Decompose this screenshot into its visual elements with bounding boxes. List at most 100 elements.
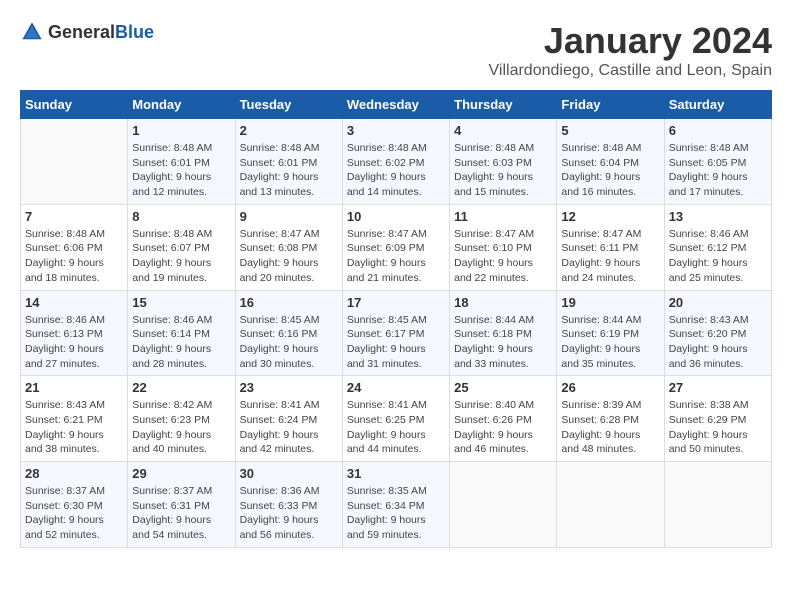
day-cell-24: 24 Sunrise: 8:41 AMSunset: 6:25 PMDayligh… bbox=[342, 376, 449, 462]
day-info: Sunrise: 8:41 AMSunset: 6:24 PMDaylight:… bbox=[240, 398, 338, 457]
week-row-3: 14 Sunrise: 8:46 AMSunset: 6:13 PMDayligh… bbox=[21, 290, 772, 376]
day-number: 19 bbox=[561, 295, 659, 310]
day-number: 11 bbox=[454, 209, 552, 224]
day-number: 22 bbox=[132, 380, 230, 395]
day-info: Sunrise: 8:48 AMSunset: 6:01 PMDaylight:… bbox=[132, 141, 230, 200]
day-number: 1 bbox=[132, 123, 230, 138]
day-number: 23 bbox=[240, 380, 338, 395]
day-info: Sunrise: 8:46 AMSunset: 6:13 PMDaylight:… bbox=[25, 313, 123, 372]
day-number: 24 bbox=[347, 380, 445, 395]
day-cell-14: 14 Sunrise: 8:46 AMSunset: 6:13 PMDayligh… bbox=[21, 290, 128, 376]
day-info: Sunrise: 8:41 AMSunset: 6:25 PMDaylight:… bbox=[347, 398, 445, 457]
logo-text-blue: Blue bbox=[115, 22, 154, 42]
empty-cell bbox=[21, 119, 128, 205]
day-info: Sunrise: 8:38 AMSunset: 6:29 PMDaylight:… bbox=[669, 398, 767, 457]
day-info: Sunrise: 8:48 AMSunset: 6:01 PMDaylight:… bbox=[240, 141, 338, 200]
day-cell-13: 13 Sunrise: 8:46 AMSunset: 6:12 PMDayligh… bbox=[664, 204, 771, 290]
day-cell-18: 18 Sunrise: 8:44 AMSunset: 6:18 PMDayligh… bbox=[450, 290, 557, 376]
day-cell-20: 20Sunrise: 8:43 AMSunset: 6:20 PMDayligh… bbox=[664, 290, 771, 376]
day-number: 3 bbox=[347, 123, 445, 138]
day-cell-12: 12 Sunrise: 8:47 AMSunset: 6:11 PMDayligh… bbox=[557, 204, 664, 290]
day-info: Sunrise: 8:47 AMSunset: 6:09 PMDaylight:… bbox=[347, 227, 445, 286]
day-info: Sunrise: 8:35 AMSunset: 6:34 PMDaylight:… bbox=[347, 484, 445, 543]
weekday-header-tuesday: Tuesday bbox=[235, 91, 342, 119]
day-cell-8: 8 Sunrise: 8:48 AMSunset: 6:07 PMDaylight… bbox=[128, 204, 235, 290]
day-info: Sunrise: 8:40 AMSunset: 6:26 PMDaylight:… bbox=[454, 398, 552, 457]
weekday-header-monday: Monday bbox=[128, 91, 235, 119]
day-cell-31: 31 Sunrise: 8:35 AMSunset: 6:34 PMDayligh… bbox=[342, 462, 449, 548]
day-info: Sunrise: 8:48 AMSunset: 6:06 PMDaylight:… bbox=[25, 227, 123, 286]
week-row-2: 7Sunrise: 8:48 AMSunset: 6:06 PMDaylight… bbox=[21, 204, 772, 290]
day-number: 16 bbox=[240, 295, 338, 310]
logo-icon bbox=[20, 20, 44, 44]
day-info: Sunrise: 8:48 AMSunset: 6:05 PMDaylight:… bbox=[669, 141, 767, 200]
day-info: Sunrise: 8:48 AMSunset: 6:03 PMDaylight:… bbox=[454, 141, 552, 200]
day-number: 12 bbox=[561, 209, 659, 224]
day-info: Sunrise: 8:45 AMSunset: 6:17 PMDaylight:… bbox=[347, 313, 445, 372]
day-number: 13 bbox=[669, 209, 767, 224]
empty-cell bbox=[664, 462, 771, 548]
day-info: Sunrise: 8:39 AMSunset: 6:28 PMDaylight:… bbox=[561, 398, 659, 457]
day-number: 31 bbox=[347, 466, 445, 481]
day-cell-11: 11Sunrise: 8:47 AMSunset: 6:10 PMDayligh… bbox=[450, 204, 557, 290]
day-number: 15 bbox=[132, 295, 230, 310]
day-cell-21: 21Sunrise: 8:43 AMSunset: 6:21 PMDayligh… bbox=[21, 376, 128, 462]
weekday-header-thursday: Thursday bbox=[450, 91, 557, 119]
empty-cell bbox=[557, 462, 664, 548]
week-row-1: 1 Sunrise: 8:48 AMSunset: 6:01 PMDaylight… bbox=[21, 119, 772, 205]
day-info: Sunrise: 8:44 AMSunset: 6:18 PMDaylight:… bbox=[454, 313, 552, 372]
day-number: 30 bbox=[240, 466, 338, 481]
logo: GeneralBlue bbox=[20, 20, 154, 44]
day-cell-1: 1 Sunrise: 8:48 AMSunset: 6:01 PMDaylight… bbox=[128, 119, 235, 205]
day-info: Sunrise: 8:45 AMSunset: 6:16 PMDaylight:… bbox=[240, 313, 338, 372]
day-info: Sunrise: 8:48 AMSunset: 6:04 PMDaylight:… bbox=[561, 141, 659, 200]
month-title: January 2024 bbox=[489, 20, 772, 62]
day-number: 25 bbox=[454, 380, 552, 395]
day-cell-7: 7Sunrise: 8:48 AMSunset: 6:06 PMDaylight… bbox=[21, 204, 128, 290]
day-number: 29 bbox=[132, 466, 230, 481]
day-number: 5 bbox=[561, 123, 659, 138]
day-number: 21 bbox=[25, 380, 123, 395]
day-number: 17 bbox=[347, 295, 445, 310]
day-info: Sunrise: 8:37 AMSunset: 6:30 PMDaylight:… bbox=[25, 484, 123, 543]
weekday-header-friday: Friday bbox=[557, 91, 664, 119]
day-info: Sunrise: 8:47 AMSunset: 6:11 PMDaylight:… bbox=[561, 227, 659, 286]
day-cell-4: 4 Sunrise: 8:48 AMSunset: 6:03 PMDaylight… bbox=[450, 119, 557, 205]
day-cell-25: 25 Sunrise: 8:40 AMSunset: 6:26 PMDayligh… bbox=[450, 376, 557, 462]
day-info: Sunrise: 8:48 AMSunset: 6:02 PMDaylight:… bbox=[347, 141, 445, 200]
day-number: 8 bbox=[132, 209, 230, 224]
day-info: Sunrise: 8:42 AMSunset: 6:23 PMDaylight:… bbox=[132, 398, 230, 457]
day-number: 4 bbox=[454, 123, 552, 138]
day-info: Sunrise: 8:43 AMSunset: 6:20 PMDaylight:… bbox=[669, 313, 767, 372]
day-cell-15: 15 Sunrise: 8:46 AMSunset: 6:14 PMDayligh… bbox=[128, 290, 235, 376]
day-number: 27 bbox=[669, 380, 767, 395]
day-cell-16: 16 Sunrise: 8:45 AMSunset: 6:16 PMDayligh… bbox=[235, 290, 342, 376]
week-row-5: 28 Sunrise: 8:37 AMSunset: 6:30 PMDayligh… bbox=[21, 462, 772, 548]
day-number: 10 bbox=[347, 209, 445, 224]
weekday-header-sunday: Sunday bbox=[21, 91, 128, 119]
day-cell-19: 19 Sunrise: 8:44 AMSunset: 6:19 PMDayligh… bbox=[557, 290, 664, 376]
logo-text-general: General bbox=[48, 22, 115, 42]
empty-cell bbox=[450, 462, 557, 548]
week-row-4: 21Sunrise: 8:43 AMSunset: 6:21 PMDayligh… bbox=[21, 376, 772, 462]
day-cell-30: 30 Sunrise: 8:36 AMSunset: 6:33 PMDayligh… bbox=[235, 462, 342, 548]
title-area: January 2024 Villardondiego, Castille an… bbox=[489, 20, 772, 80]
day-cell-23: 23 Sunrise: 8:41 AMSunset: 6:24 PMDayligh… bbox=[235, 376, 342, 462]
day-info: Sunrise: 8:47 AMSunset: 6:08 PMDaylight:… bbox=[240, 227, 338, 286]
day-number: 28 bbox=[25, 466, 123, 481]
day-info: Sunrise: 8:44 AMSunset: 6:19 PMDaylight:… bbox=[561, 313, 659, 372]
day-number: 26 bbox=[561, 380, 659, 395]
day-info: Sunrise: 8:46 AMSunset: 6:12 PMDaylight:… bbox=[669, 227, 767, 286]
day-info: Sunrise: 8:48 AMSunset: 6:07 PMDaylight:… bbox=[132, 227, 230, 286]
day-number: 9 bbox=[240, 209, 338, 224]
weekday-header-wednesday: Wednesday bbox=[342, 91, 449, 119]
day-cell-10: 10 Sunrise: 8:47 AMSunset: 6:09 PMDayligh… bbox=[342, 204, 449, 290]
day-number: 18 bbox=[454, 295, 552, 310]
day-info: Sunrise: 8:36 AMSunset: 6:33 PMDaylight:… bbox=[240, 484, 338, 543]
day-cell-17: 17 Sunrise: 8:45 AMSunset: 6:17 PMDayligh… bbox=[342, 290, 449, 376]
day-cell-6: 6Sunrise: 8:48 AMSunset: 6:05 PMDaylight… bbox=[664, 119, 771, 205]
header: GeneralBlue January 2024 Villardondiego,… bbox=[20, 20, 772, 80]
day-cell-28: 28 Sunrise: 8:37 AMSunset: 6:30 PMDayligh… bbox=[21, 462, 128, 548]
day-info: Sunrise: 8:46 AMSunset: 6:14 PMDaylight:… bbox=[132, 313, 230, 372]
day-number: 14 bbox=[25, 295, 123, 310]
